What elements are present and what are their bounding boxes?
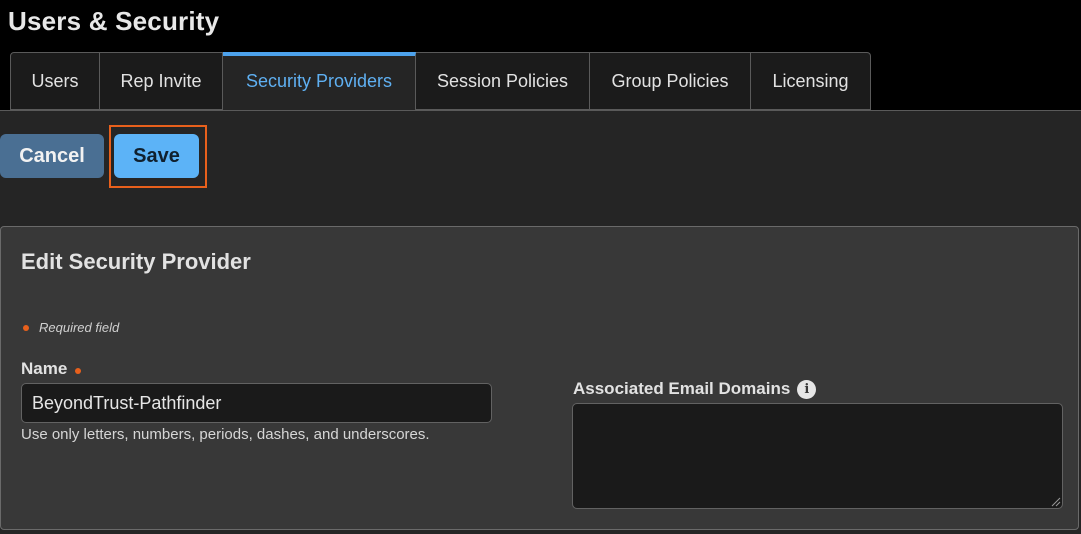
tab-rep-invite[interactable]: Rep Invite (100, 52, 223, 110)
name-label: Name (21, 359, 82, 379)
users-security-page: Users & Security Users Rep Invite Securi… (0, 0, 1081, 534)
associated-email-domains-label: Associated Email Domains i (573, 379, 817, 399)
page-title: Users & Security (8, 6, 220, 36)
info-icon[interactable]: i (797, 379, 817, 399)
resize-handle-icon[interactable] (1049, 495, 1061, 507)
associated-email-domains-textarea[interactable] (572, 403, 1063, 509)
name-hint: Use only letters, numbers, periods, dash… (21, 426, 430, 443)
required-field-note: Required field (23, 320, 119, 335)
save-button[interactable]: Save (114, 134, 199, 178)
tab-bar: Users Rep Invite Security Providers Sess… (10, 52, 871, 110)
tab-licensing[interactable]: Licensing (751, 52, 871, 110)
tab-group-policies[interactable]: Group Policies (590, 52, 751, 110)
panel-title: Edit Security Provider (21, 249, 251, 274)
required-note-text: Required field (39, 320, 120, 335)
domains-label-text: Associated Email Domains (573, 379, 791, 398)
name-label-text: Name (21, 359, 68, 378)
tab-users[interactable]: Users (10, 52, 100, 110)
tab-security-providers[interactable]: Security Providers (223, 52, 416, 110)
required-indicator-icon (75, 367, 82, 374)
name-input[interactable] (21, 383, 492, 423)
tab-session-policies[interactable]: Session Policies (416, 52, 590, 110)
cancel-button[interactable]: Cancel (0, 134, 104, 178)
required-indicator-icon (23, 324, 29, 331)
